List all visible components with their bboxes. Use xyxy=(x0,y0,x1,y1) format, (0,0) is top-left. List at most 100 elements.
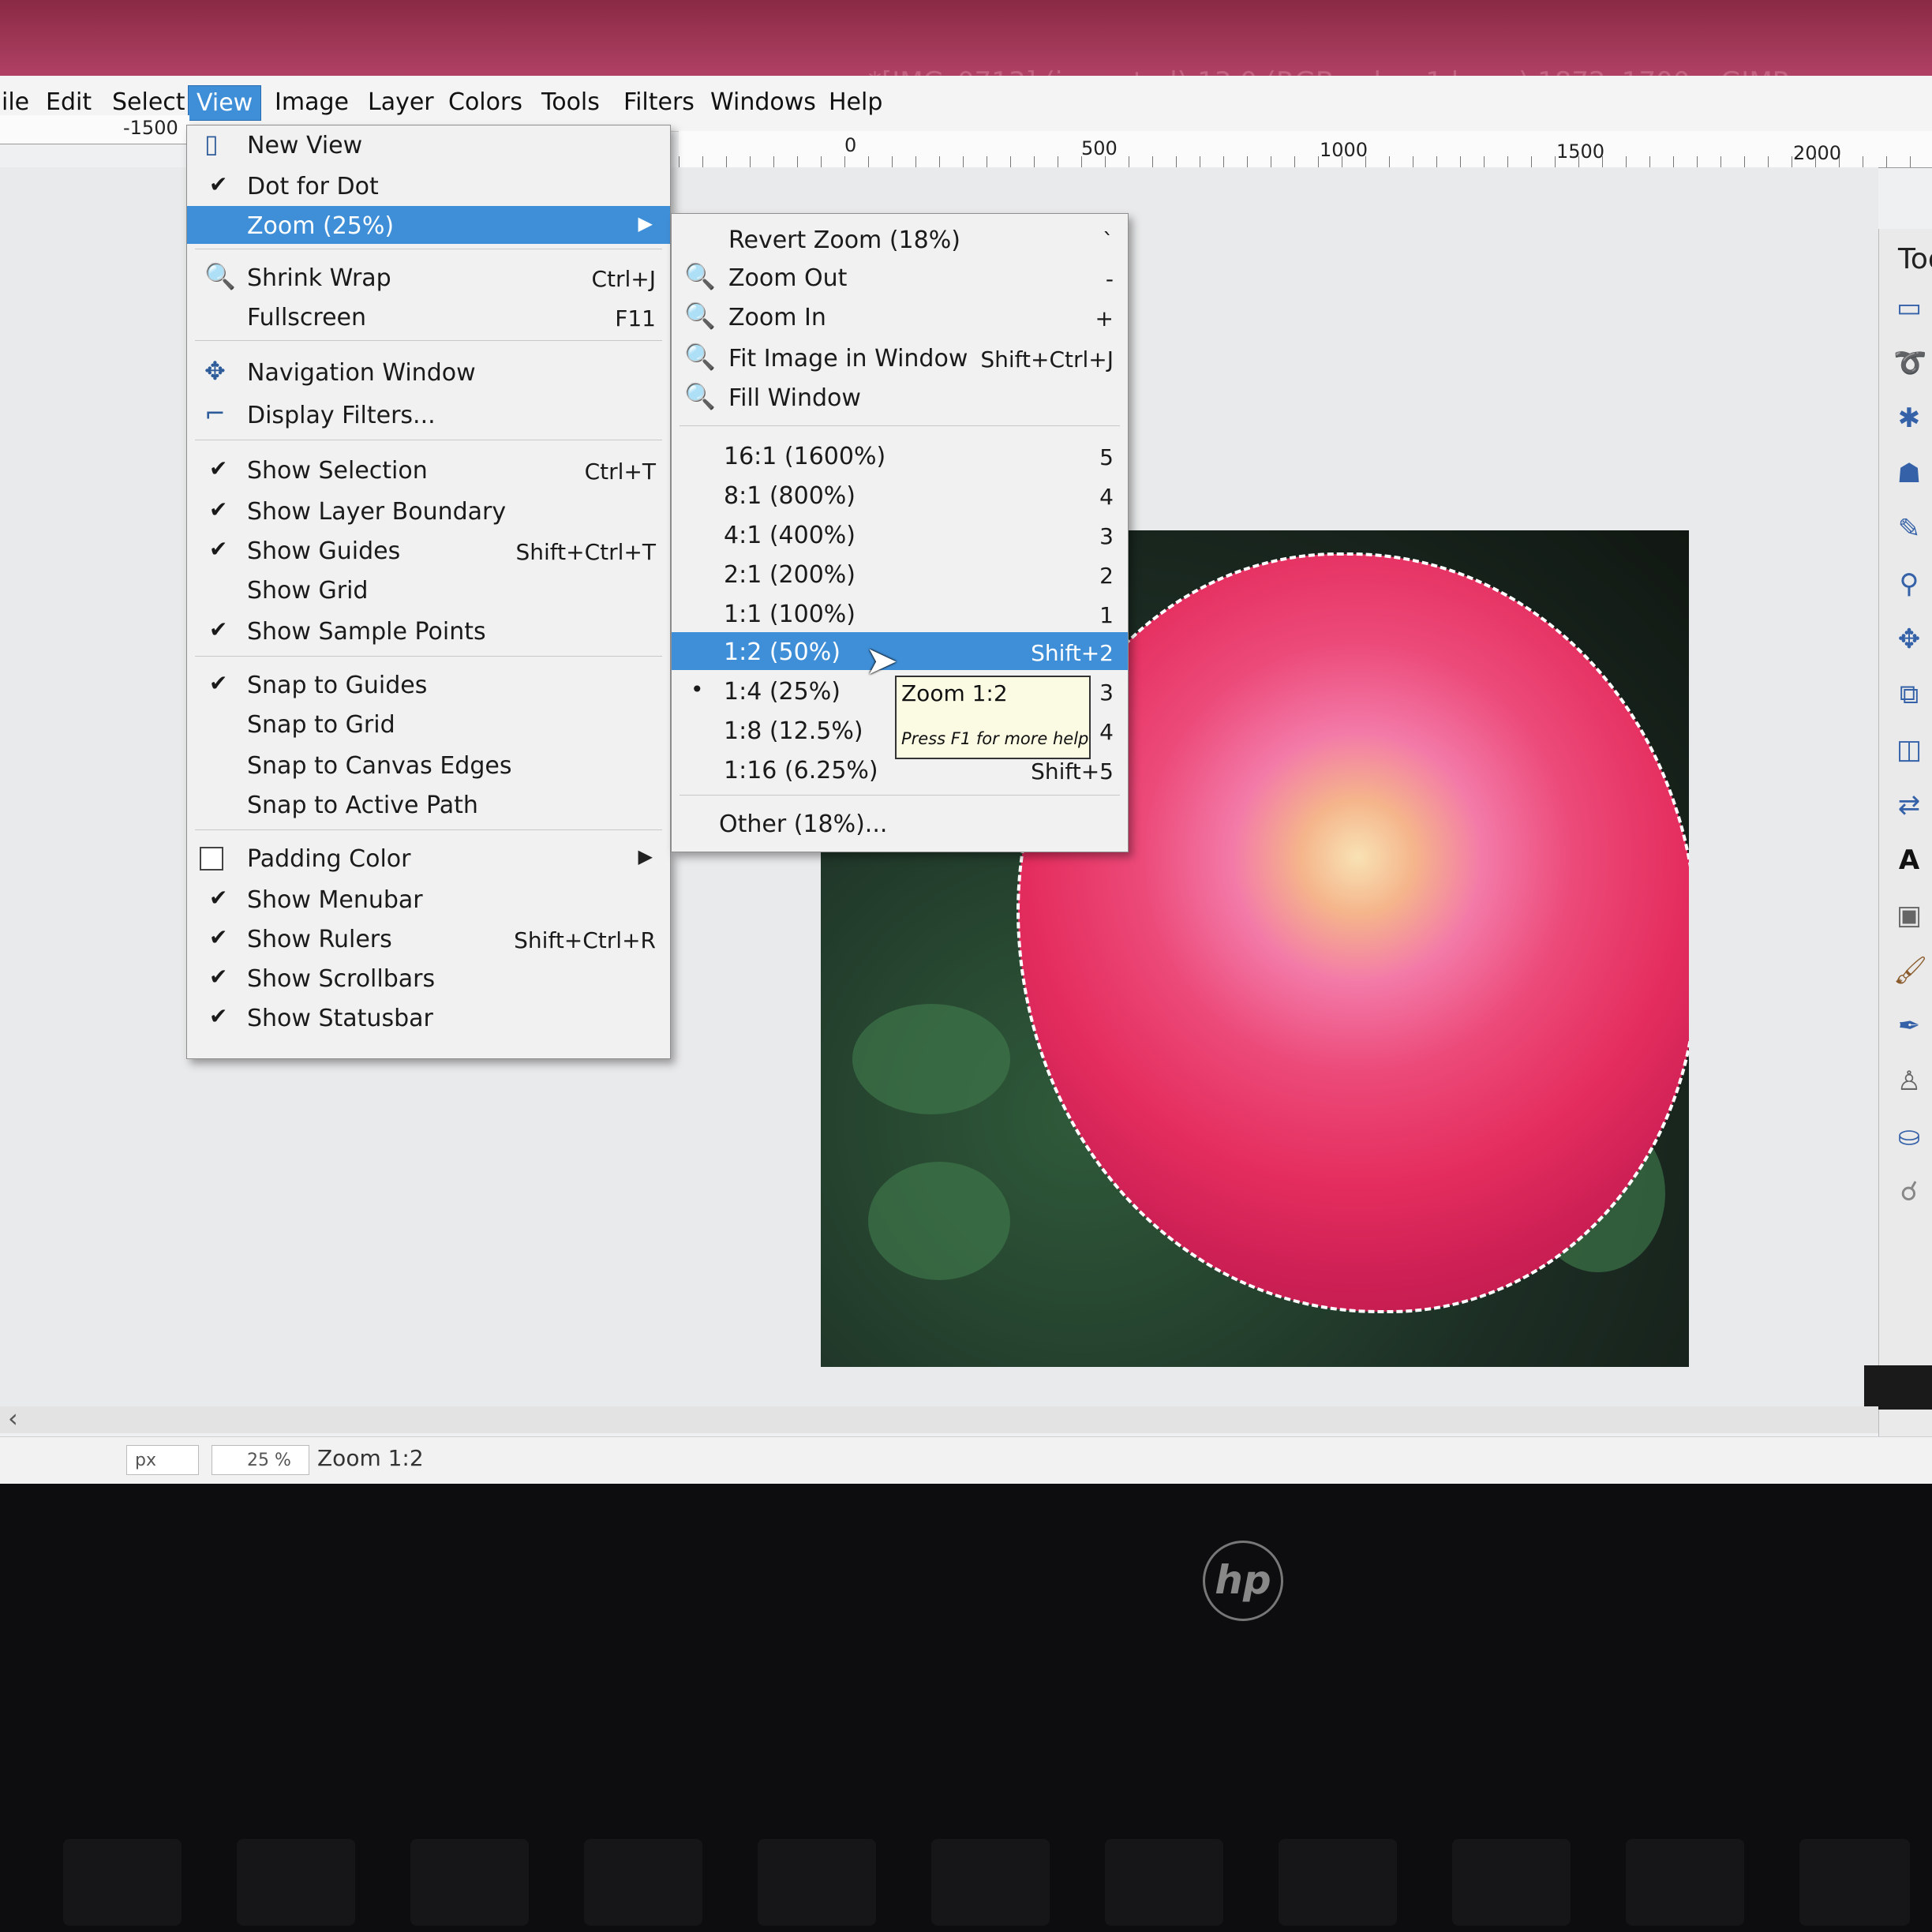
menu-item-zoom-16-1[interactable]: 16:1 (1600%) 5 xyxy=(672,436,1128,474)
screen: *[IMG_0713] (imported)-13.0 (RGB color, … xyxy=(0,0,1932,1484)
menu-item-snap-to-grid[interactable]: Snap to Grid xyxy=(187,705,670,743)
menu-item-show-rulers[interactable]: ✔ Show Rulers Shift+Ctrl+R xyxy=(187,919,670,957)
heal-tool-icon[interactable]: ⛀ xyxy=(1893,1121,1925,1152)
menu-item-show-statusbar[interactable]: ✔ Show Statusbar xyxy=(187,998,670,1036)
transform-tool-icon[interactable]: ◫ xyxy=(1893,734,1925,766)
menu-item-show-scrollbars[interactable]: ✔ Show Scrollbars xyxy=(187,959,670,997)
menu-item-label: Zoom Out xyxy=(728,264,848,292)
menu-item-label: Show Grid xyxy=(247,577,369,605)
paintbrush-tool-icon[interactable]: 🖌 xyxy=(1893,955,1927,987)
foreground-color-swatch[interactable] xyxy=(1864,1365,1932,1410)
menu-item-new-view[interactable]: ▯ New View xyxy=(187,125,670,163)
zoom-fit-icon: 🔍 xyxy=(684,342,716,372)
foreground-select-tool-icon[interactable]: ☗ xyxy=(1893,458,1925,489)
menu-item-show-grid[interactable]: Show Grid xyxy=(187,571,670,608)
separator xyxy=(195,829,662,830)
menu-layer[interactable]: Layer xyxy=(360,85,442,119)
text-tool-icon[interactable]: A xyxy=(1893,844,1925,876)
menu-item-label: 1:8 (12.5%) xyxy=(724,717,863,745)
ruler-label-0: 0 xyxy=(844,134,857,156)
menu-windows[interactable]: Windows xyxy=(702,85,824,119)
menu-item-label: 4:1 (400%) xyxy=(724,522,856,549)
menu-item-zoom-1-2[interactable]: 1:2 (50%) Shift+2 xyxy=(672,632,1128,670)
separator xyxy=(195,656,662,657)
menu-item-fill-window[interactable]: 🔍 Fill Window xyxy=(672,378,1128,416)
menu-item-snap-to-active-path[interactable]: Snap to Active Path xyxy=(187,785,670,823)
menu-item-label: Other (18%)... xyxy=(719,811,888,838)
fuzzy-select-tool-icon[interactable]: ✱ xyxy=(1893,402,1925,434)
zoom-select[interactable]: 25 % xyxy=(212,1445,309,1475)
menu-item-label: Shrink Wrap xyxy=(247,264,391,292)
move-tool-icon[interactable]: ✥ xyxy=(1893,623,1925,655)
gradient-tool-icon[interactable]: ▣ xyxy=(1893,900,1925,931)
menu-item-label: 1:1 (100%) xyxy=(724,601,856,628)
menu-item-fit-image-in-window[interactable]: 🔍 Fit Image in Window Shift+Ctrl+J xyxy=(672,339,1128,376)
menu-image[interactable]: Image xyxy=(267,85,357,119)
menu-item-snap-to-guides[interactable]: ✔ Snap to Guides xyxy=(187,665,670,703)
hp-logo: hp xyxy=(1203,1541,1283,1621)
ruler-label-2000: 2000 xyxy=(1793,142,1842,164)
menu-item-label: Zoom (25%) xyxy=(247,212,395,240)
menu-item-navigation-window[interactable]: ✥ Navigation Window xyxy=(187,353,670,391)
menu-item-label: Show Rulers xyxy=(247,926,392,953)
radio-bullet-icon: • xyxy=(691,676,704,702)
menu-item-show-layer-boundary[interactable]: ✔ Show Layer Boundary xyxy=(187,492,670,530)
menu-shortcut: F11 xyxy=(615,305,656,331)
ruler-label-500: 500 xyxy=(1081,137,1118,159)
lasso-tool-icon[interactable]: ➰ xyxy=(1893,347,1926,379)
menu-item-label: Dot for Dot xyxy=(247,173,379,200)
menu-item-label: Snap to Guides xyxy=(247,672,428,699)
glasses-icon: ⌐ xyxy=(204,399,226,429)
scroll-left-icon[interactable]: ‹ xyxy=(8,1403,18,1433)
menu-item-zoom-in[interactable]: 🔍 Zoom In + xyxy=(672,298,1128,335)
unit-select[interactable]: px xyxy=(126,1445,199,1475)
title-bar: *[IMG_0713] (imported)-13.0 (RGB color, … xyxy=(0,0,1932,98)
menu-edit[interactable]: Edit xyxy=(38,85,99,119)
color-picker-tool-icon[interactable]: ✎ xyxy=(1893,513,1925,545)
menu-item-fullscreen[interactable]: Fullscreen F11 xyxy=(187,298,670,335)
menu-item-shrink-wrap[interactable]: 🔍 Shrink Wrap Ctrl+J xyxy=(187,258,670,296)
menu-item-show-menubar[interactable]: ✔ Show Menubar xyxy=(187,880,670,918)
menu-item-revert-zoom[interactable]: Revert Zoom (18%) ` xyxy=(672,220,1128,258)
menu-shortcut: 3 xyxy=(1099,523,1114,549)
menu-item-label: 1:2 (50%) xyxy=(724,638,841,666)
align-tool-icon[interactable]: ⧉ xyxy=(1893,679,1925,710)
menu-item-label: New View xyxy=(247,132,363,159)
menu-shortcut: Shift+Ctrl+T xyxy=(515,539,657,565)
menu-item-zoom-other[interactable]: Other (18%)... xyxy=(672,804,1128,842)
menu-item-zoom-4-1[interactable]: 4:1 (400%) 3 xyxy=(672,515,1128,553)
smudge-tool-icon[interactable]: ☌ xyxy=(1893,1176,1925,1208)
menu-select[interactable]: Select xyxy=(104,85,193,119)
menu-item-show-selection[interactable]: ✔ Show Selection Ctrl+T xyxy=(187,451,670,489)
measure-tool-icon[interactable]: ⚲ xyxy=(1893,568,1925,600)
menu-item-zoom-8-1[interactable]: 8:1 (800%) 4 xyxy=(672,476,1128,514)
menu-tools[interactable]: Tools xyxy=(534,85,608,119)
horizontal-scrollbar[interactable]: ‹ xyxy=(0,1403,1878,1433)
keyboard-key xyxy=(584,1839,702,1926)
menu-file[interactable]: ile xyxy=(0,85,37,119)
submenu-arrow-icon: ▶ xyxy=(638,845,653,867)
zoom-out-icon: 🔍 xyxy=(684,261,716,291)
menu-item-zoom-2-1[interactable]: 2:1 (200%) 2 xyxy=(672,555,1128,593)
menu-shortcut: ` xyxy=(1103,228,1114,254)
menu-item-display-filters[interactable]: ⌐ Display Filters... xyxy=(187,395,670,433)
menu-help[interactable]: Help xyxy=(821,85,890,119)
rect-select-tool-icon[interactable]: ▭ xyxy=(1893,292,1925,324)
menu-item-zoom-out[interactable]: 🔍 Zoom Out - xyxy=(672,258,1128,296)
flip-tool-icon[interactable]: ⇄ xyxy=(1893,789,1925,821)
menu-shortcut: 5 xyxy=(1099,444,1114,470)
menu-item-dot-for-dot[interactable]: ✔ Dot for Dot xyxy=(187,167,670,204)
menu-item-snap-to-canvas-edges[interactable]: Snap to Canvas Edges xyxy=(187,746,670,784)
menu-item-zoom[interactable]: Zoom (25%) ▶ xyxy=(187,206,670,244)
menu-colors[interactable]: Colors xyxy=(440,85,530,119)
ink-tool-icon[interactable]: ✒ xyxy=(1893,1010,1925,1042)
menu-item-padding-color[interactable]: Padding Color ▶ xyxy=(187,839,670,877)
menu-item-show-sample-points[interactable]: ✔ Show Sample Points xyxy=(187,612,670,650)
menu-filters[interactable]: Filters xyxy=(616,85,702,119)
menu-item-show-guides[interactable]: ✔ Show Guides Shift+Ctrl+T xyxy=(187,531,670,569)
menu-item-label: 1:4 (25%) xyxy=(724,678,841,706)
menu-item-label: Fit Image in Window xyxy=(728,345,968,373)
clone-tool-icon[interactable]: ♙ xyxy=(1893,1065,1925,1097)
menu-item-zoom-1-1[interactable]: 1:1 (100%) 1 xyxy=(672,594,1128,632)
menu-view[interactable]: View xyxy=(188,85,262,121)
